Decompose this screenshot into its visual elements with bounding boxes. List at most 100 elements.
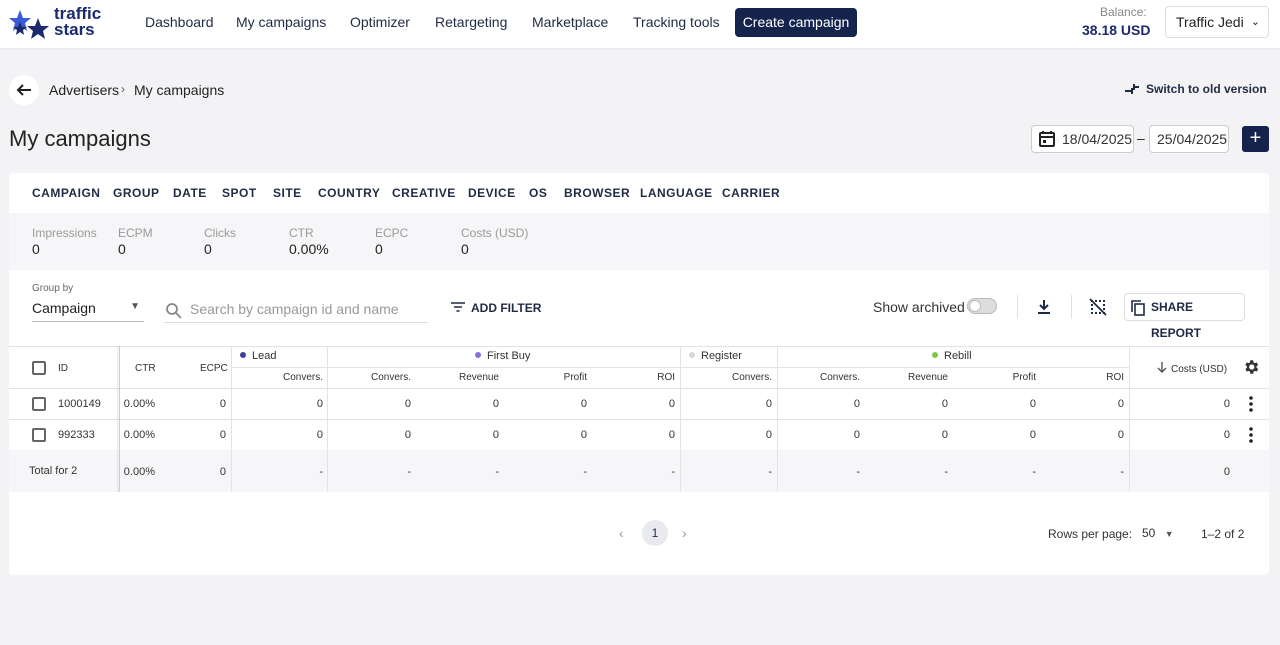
page-1-button[interactable]: 1 bbox=[642, 520, 668, 546]
add-date-range-button[interactable]: + bbox=[1242, 126, 1269, 152]
settings-gear-icon[interactable] bbox=[1242, 358, 1260, 381]
header-fb-profit[interactable]: Profit bbox=[535, 372, 587, 383]
row-fb-profit: 0 bbox=[580, 398, 587, 410]
group-header-rebill-label: Rebill bbox=[944, 350, 972, 362]
date-to-field[interactable]: 25/04/2025 bbox=[1149, 125, 1229, 153]
group-header-first-buy-label: First Buy bbox=[487, 350, 531, 362]
brand-name-line2: stars bbox=[54, 20, 95, 39]
stats-summary: Impressions 0 ECPM 0 Clicks 0 CTR 0.00% … bbox=[9, 213, 1269, 270]
header-fb-roi[interactable]: ROI bbox=[623, 372, 675, 383]
tab-os[interactable]: OS bbox=[529, 186, 547, 200]
header-lead-convers[interactable]: Convers. bbox=[271, 372, 323, 383]
row-more-icon[interactable] bbox=[1246, 395, 1256, 413]
trafficstars-logo[interactable]: traffic stars bbox=[8, 5, 101, 42]
row-id[interactable]: 992333 bbox=[58, 429, 95, 441]
header-ctr[interactable]: CTR bbox=[135, 363, 156, 374]
header-ecpc[interactable]: ECPC bbox=[200, 363, 228, 374]
share-report-label: SHARE REPORT bbox=[1151, 300, 1202, 340]
account-dropdown[interactable]: Traffic Jedi ⌄ bbox=[1165, 6, 1269, 38]
plus-icon: + bbox=[1249, 127, 1262, 149]
total-ecpc: 0 bbox=[219, 466, 226, 478]
balance-label: Balance: bbox=[1100, 5, 1147, 19]
rows-per-page-select[interactable]: 50 ▼ bbox=[1142, 526, 1174, 540]
chevron-down-icon: ⌄ bbox=[1250, 16, 1260, 28]
header-costs[interactable]: Costs (USD) bbox=[1157, 362, 1227, 375]
select-all-checkbox[interactable] bbox=[32, 361, 46, 375]
add-filter-button[interactable]: ADD FILTER bbox=[451, 301, 541, 315]
tab-browser[interactable]: BROWSER bbox=[564, 186, 630, 200]
row-register-convers: 0 bbox=[765, 429, 772, 441]
share-report-button[interactable]: SHARE REPORT bbox=[1124, 293, 1245, 340]
tab-carrier[interactable]: CARRIER bbox=[722, 186, 780, 200]
calendar-icon bbox=[1039, 131, 1055, 147]
tab-device[interactable]: DEVICE bbox=[468, 186, 516, 200]
next-page-icon[interactable]: › bbox=[682, 525, 687, 541]
hide-columns-icon[interactable] bbox=[1088, 297, 1108, 317]
group-by-select[interactable]: Campaign ▼ bbox=[32, 300, 144, 322]
stat-label: CTR bbox=[289, 226, 314, 240]
create-campaign-button[interactable]: Create campaign bbox=[735, 8, 857, 37]
total-ctr: 0.00% bbox=[123, 466, 155, 478]
tab-date[interactable]: DATE bbox=[173, 186, 207, 200]
pagination-range: 1–2 of 2 bbox=[1201, 527, 1245, 541]
copy-icon bbox=[1131, 300, 1145, 316]
tab-spot[interactable]: SPOT bbox=[222, 186, 257, 200]
nav-optimizer[interactable]: Optimizer bbox=[350, 14, 410, 30]
header-register-convers[interactable]: Convers. bbox=[720, 372, 772, 383]
header-rb-profit[interactable]: Profit bbox=[984, 372, 1036, 383]
nav-my-campaigns[interactable]: My campaigns bbox=[236, 14, 326, 30]
table-top-border bbox=[9, 346, 1269, 347]
stat-label: Clicks bbox=[204, 226, 236, 240]
total-label: Total for 2 bbox=[29, 465, 78, 477]
header-costs-label: Costs (USD) bbox=[1171, 364, 1228, 375]
group-header-rebill: Rebill bbox=[932, 350, 972, 362]
back-button[interactable] bbox=[9, 75, 39, 105]
tab-creative[interactable]: CREATIVE bbox=[392, 186, 456, 200]
row-checkbox[interactable] bbox=[32, 397, 46, 411]
group-header-register: Register bbox=[689, 350, 742, 362]
row-id[interactable]: 1000149 bbox=[58, 398, 101, 410]
breadcrumb-advertisers[interactable]: Advertisers bbox=[49, 82, 119, 98]
top-navbar: traffic stars Dashboard My campaigns Opt… bbox=[0, 0, 1280, 48]
row-lead-convers: 0 bbox=[316, 398, 323, 410]
show-archived-toggle[interactable] bbox=[967, 298, 997, 314]
header-id[interactable]: ID bbox=[58, 363, 68, 374]
row-fb-profit: 0 bbox=[580, 429, 587, 441]
prev-page-icon[interactable]: ‹ bbox=[619, 525, 624, 541]
header-fb-revenue[interactable]: Revenue bbox=[447, 372, 499, 383]
total-dash: - bbox=[319, 466, 323, 478]
header-rb-convers[interactable]: Convers. bbox=[808, 372, 860, 383]
column-divider bbox=[777, 346, 778, 492]
rebill-dot bbox=[932, 352, 938, 358]
stat-ecpc: ECPC 0 bbox=[375, 226, 408, 257]
row-checkbox[interactable] bbox=[32, 428, 46, 442]
date-from-field[interactable]: 18/04/2025 bbox=[1031, 125, 1134, 153]
tab-group[interactable]: GROUP bbox=[113, 186, 160, 200]
nav-marketplace[interactable]: Marketplace bbox=[532, 14, 608, 30]
stat-value: 0.00% bbox=[289, 241, 329, 257]
chevron-right-icon: › bbox=[121, 82, 125, 96]
tab-site[interactable]: SITE bbox=[273, 186, 302, 200]
caret-down-icon: ▼ bbox=[1164, 529, 1174, 539]
nav-retargeting[interactable]: Retargeting bbox=[435, 14, 507, 30]
tab-campaign[interactable]: CAMPAIGN bbox=[32, 186, 100, 200]
tab-language[interactable]: LANGUAGE bbox=[640, 186, 713, 200]
brand-name: traffic stars bbox=[54, 5, 101, 39]
group-by-value: Campaign bbox=[32, 300, 96, 316]
row-lead-convers: 0 bbox=[316, 429, 323, 441]
toggle-knob bbox=[969, 300, 981, 312]
header-fb-convers[interactable]: Convers. bbox=[359, 372, 411, 383]
header-rb-revenue[interactable]: Revenue bbox=[896, 372, 948, 383]
search-input[interactable] bbox=[190, 301, 420, 317]
header-rb-roi[interactable]: ROI bbox=[1072, 372, 1124, 383]
download-icon[interactable] bbox=[1034, 297, 1054, 317]
row-more-icon[interactable] bbox=[1246, 426, 1256, 444]
show-archived-label: Show archived bbox=[873, 299, 965, 315]
search-icon bbox=[166, 303, 182, 319]
nav-tracking-tools[interactable]: Tracking tools bbox=[633, 14, 720, 30]
column-divider bbox=[231, 346, 232, 492]
group-by-label: Group by bbox=[32, 283, 74, 294]
tab-country[interactable]: COUNTRY bbox=[318, 186, 380, 200]
switch-old-version-link[interactable]: Switch to old version bbox=[1124, 82, 1267, 96]
nav-dashboard[interactable]: Dashboard bbox=[145, 14, 214, 30]
